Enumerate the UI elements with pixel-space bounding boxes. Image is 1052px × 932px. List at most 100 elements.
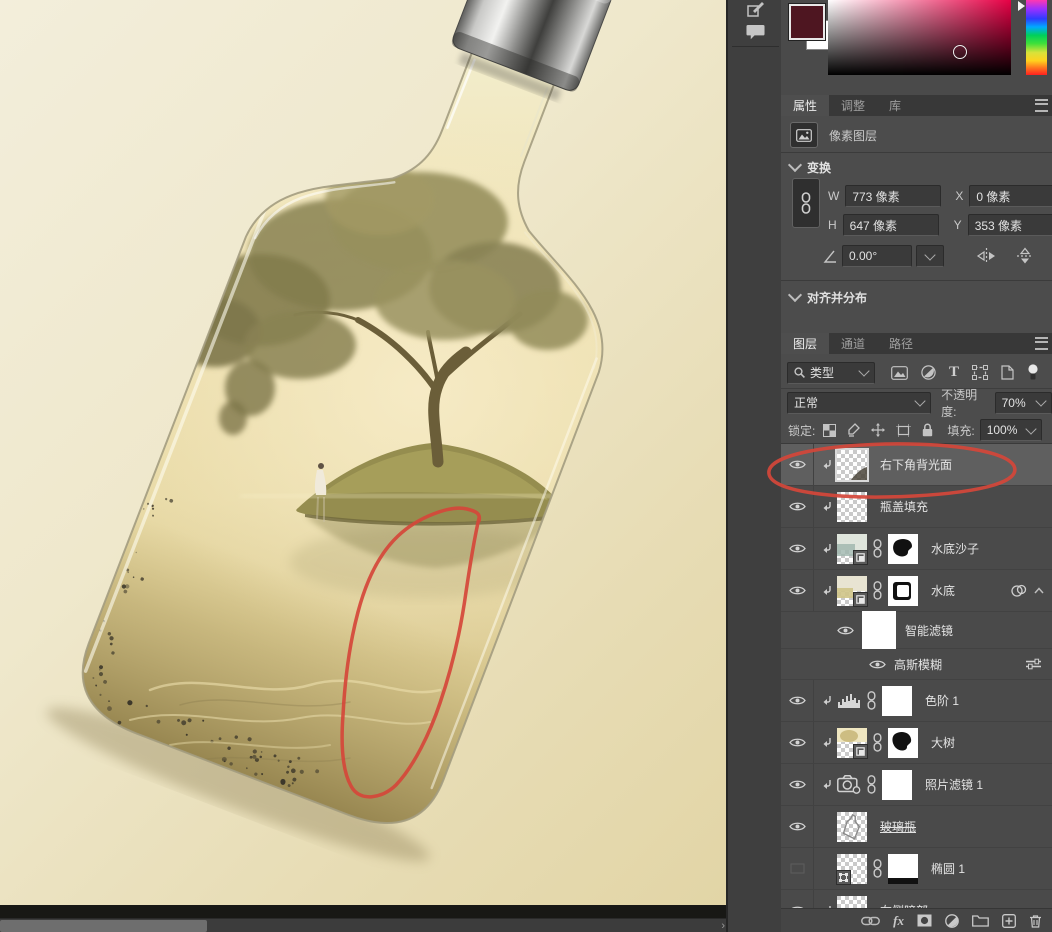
tab-channels[interactable]: 通道: [829, 333, 878, 354]
layer-thumbnail[interactable]: [837, 775, 861, 794]
layer-name[interactable]: 色阶 1: [925, 692, 959, 709]
filter-toggle-switch-icon[interactable]: [1027, 364, 1039, 381]
lock-transparency-icon[interactable]: [823, 423, 837, 437]
layer-mask-thumbnail[interactable]: [888, 575, 918, 606]
visibility-eye-icon[interactable]: [837, 625, 854, 636]
flip-vertical-icon[interactable]: [1016, 247, 1034, 265]
layer-thumbnail[interactable]: [837, 575, 868, 607]
visibility-eye-icon[interactable]: [788, 585, 806, 596]
layer-name[interactable]: 右下角背光面: [880, 456, 952, 473]
visibility-eye-icon[interactable]: [788, 737, 806, 748]
smart-filter-mask-thumbnail[interactable]: [862, 611, 896, 649]
layer-mask-thumbnail[interactable]: [888, 533, 918, 564]
layer-filter-type-select[interactable]: 类型: [787, 361, 875, 384]
height-field[interactable]: 647 像素: [842, 214, 939, 236]
opacity-field[interactable]: 70%: [994, 391, 1052, 414]
layer-mask-thumbnail[interactable]: [882, 769, 912, 800]
visibility-toggle[interactable]: [781, 848, 814, 889]
layer-mask-thumbnail[interactable]: [888, 853, 918, 884]
mask-link-icon[interactable]: [873, 581, 882, 600]
layer-style-fx-icon[interactable]: fx: [893, 913, 904, 929]
layer-thumbnail[interactable]: [837, 692, 861, 709]
layer-row[interactable]: 瓶盖填充: [781, 486, 1052, 528]
tab-adjustments[interactable]: 调整: [829, 95, 878, 116]
y-field[interactable]: 353 像素: [967, 214, 1052, 236]
new-layer-icon[interactable]: [1002, 913, 1016, 928]
layer-name[interactable]: 瓶盖填充: [880, 498, 928, 515]
visibility-toggle[interactable]: [781, 486, 814, 527]
layers-panel-menu-icon[interactable]: [1035, 333, 1052, 354]
layer-row[interactable]: 玻璃瓶: [781, 806, 1052, 848]
new-group-icon[interactable]: [972, 914, 989, 927]
blend-mode-select[interactable]: 正常: [787, 391, 932, 414]
layer-thumbnail[interactable]: [835, 447, 869, 482]
document-canvas[interactable]: [0, 0, 726, 905]
new-adjustment-layer-icon[interactable]: [945, 913, 959, 928]
mask-link-icon[interactable]: [867, 691, 876, 710]
lock-position-icon[interactable]: [871, 423, 886, 437]
filter-type-layers-icon[interactable]: T: [949, 364, 959, 381]
x-field[interactable]: 0 像素: [969, 185, 1052, 207]
visibility-toggle[interactable]: [781, 528, 814, 569]
mask-link-icon[interactable]: [867, 775, 876, 794]
visibility-toggle[interactable]: [781, 764, 814, 805]
flip-horizontal-icon[interactable]: [976, 248, 998, 264]
filter-pixel-layers-icon[interactable]: [891, 365, 908, 380]
angle-dropdown[interactable]: [916, 245, 944, 267]
tab-libraries[interactable]: 库: [877, 95, 914, 116]
panel-menu-icon[interactable]: [1035, 95, 1052, 116]
layer-name[interactable]: 智能滤镜: [905, 622, 953, 639]
collapse-chevron-icon[interactable]: [1034, 587, 1044, 594]
layer-thumbnail[interactable]: [837, 533, 868, 565]
layer-thumbnail[interactable]: [837, 727, 868, 759]
tab-layers[interactable]: 图层: [781, 333, 830, 354]
color-cursor[interactable]: [953, 45, 967, 59]
tab-paths[interactable]: 路径: [877, 333, 926, 354]
filter-smart-objects-icon[interactable]: [1001, 365, 1014, 380]
lock-all-icon[interactable]: [922, 423, 933, 437]
visibility-toggle[interactable]: [781, 444, 814, 485]
visibility-eye-icon[interactable]: [788, 821, 806, 832]
visibility-eye-icon[interactable]: [869, 659, 886, 670]
mask-link-icon[interactable]: [873, 733, 882, 752]
hue-slider-pointer[interactable]: [1018, 1, 1025, 11]
horizontal-scrollbar[interactable]: ›: [0, 918, 741, 932]
visibility-hidden-icon[interactable]: [789, 863, 806, 874]
layer-row[interactable]: 右侧暗部: [781, 890, 1052, 908]
transform-section-header[interactable]: 变换: [781, 157, 1052, 176]
layer-name[interactable]: 大树: [931, 734, 955, 751]
scroll-right-arrow-icon[interactable]: ›: [721, 919, 725, 932]
fill-field[interactable]: 100%: [979, 419, 1042, 441]
filter-blending-options-icon[interactable]: [1025, 658, 1042, 670]
angle-field[interactable]: 0.00°: [842, 245, 912, 267]
visibility-eye-icon[interactable]: [788, 779, 806, 790]
saturation-brightness-field[interactable]: [828, 0, 1011, 75]
visibility-toggle[interactable]: [781, 570, 814, 611]
layer-thumbnail[interactable]: [836, 853, 867, 885]
layer-thumbnail[interactable]: [837, 895, 867, 908]
layer-mask-thumbnail[interactable]: [882, 685, 912, 716]
layer-name[interactable]: 水底沙子: [931, 540, 979, 557]
layer-name[interactable]: 水底: [931, 582, 955, 599]
layer-name[interactable]: 照片滤镜 1: [925, 776, 983, 793]
foreground-color-swatch[interactable]: [788, 3, 826, 41]
comment-bubble-icon[interactable]: [743, 22, 769, 42]
mask-link-icon[interactable]: [873, 859, 882, 878]
filter-shape-layers-icon[interactable]: [972, 365, 989, 380]
layer-row[interactable]: 色阶 1: [781, 680, 1052, 722]
visibility-eye-icon[interactable]: [788, 501, 806, 512]
link-layers-icon[interactable]: [861, 916, 881, 926]
lock-artboard-icon[interactable]: [896, 423, 912, 437]
layer-thumbnail[interactable]: [837, 811, 867, 842]
layer-thumbnail[interactable]: [837, 491, 867, 522]
visibility-eye-icon[interactable]: [788, 543, 806, 554]
edit-pencil-icon[interactable]: [743, 0, 769, 20]
delete-layer-icon[interactable]: [1029, 914, 1042, 928]
layer-row[interactable]: 右下角背光面: [781, 444, 1052, 486]
lock-pixels-icon[interactable]: [847, 423, 861, 437]
layer-row[interactable]: 大树: [781, 722, 1052, 764]
layer-row[interactable]: 水底: [781, 570, 1052, 612]
layer-row[interactable]: 椭圆 1: [781, 848, 1052, 890]
visibility-eye-icon[interactable]: [788, 459, 806, 470]
layer-row[interactable]: 高斯模糊: [781, 649, 1052, 680]
